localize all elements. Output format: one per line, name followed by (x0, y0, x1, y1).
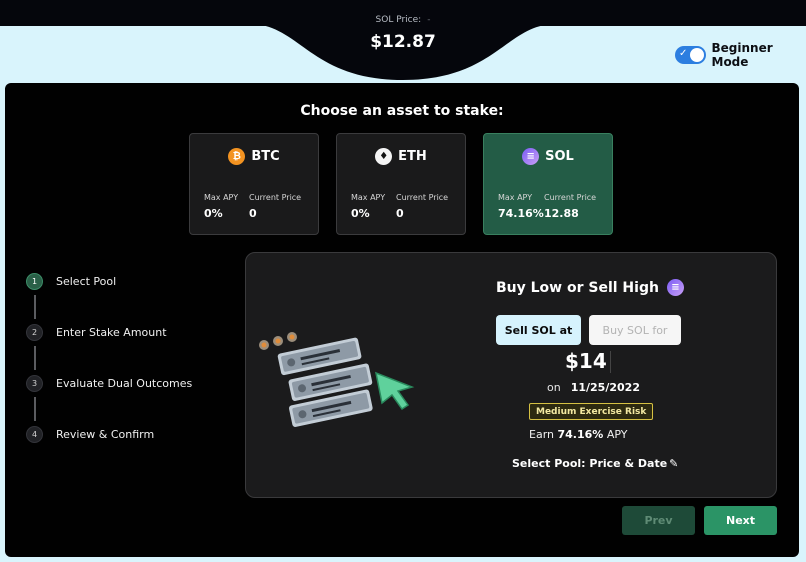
solana-icon: ≡ (522, 148, 540, 165)
current-price-value: 12.88 (544, 207, 579, 220)
price-label: SOL Price: - (0, 15, 806, 25)
max-apy-value: 74.16% (498, 207, 544, 220)
step-evaluate-dual-outcomes[interactable]: 3 Evaluate Dual Outcomes (26, 375, 192, 392)
pool-illustration (259, 332, 415, 427)
step-enter-stake-amount[interactable]: 2 Enter Stake Amount (26, 324, 167, 341)
earn-apy-value: 74.16% (557, 428, 604, 441)
pool-title-text: Buy Low or Sell High (496, 279, 659, 296)
step-label: Select Pool (56, 275, 117, 288)
asset-name: BTC (251, 149, 280, 164)
current-price-label: Current Price (544, 193, 597, 202)
step-number: 1 (26, 273, 43, 290)
earn-apy-row: Earn 74.16% APY (529, 428, 627, 441)
step-review-confirm[interactable]: 4 Review & Confirm (26, 426, 154, 443)
max-apy-label: Max APY (204, 193, 239, 202)
strike-price: $14 (565, 349, 607, 373)
ethereum-icon: ♦ (375, 148, 393, 165)
price-label-text: SOL Price: (375, 15, 422, 25)
beginner-mode-label: Beginner Mode (711, 41, 773, 69)
step-connector (34, 346, 36, 370)
asset-card-sol[interactable]: ≡ SOL Max APY 74.16% Current Price 12.88 (483, 133, 613, 235)
asset-card-btc[interactable]: ₿ BTC Max APY 0% Current Price 0 (189, 133, 319, 235)
step-select-pool[interactable]: 1 Select Pool (26, 273, 116, 290)
step-connector (34, 295, 36, 319)
buy-sol-tab[interactable]: Buy SOL for (589, 315, 681, 345)
step-number: 4 (26, 426, 43, 443)
solana-icon: ≡ (666, 279, 684, 296)
prev-button[interactable]: Prev (622, 506, 695, 535)
current-price-value: 0 (249, 207, 257, 220)
select-pool-link[interactable]: Select Pool: Price & Date ✎ (512, 457, 678, 470)
max-apy-value: 0% (351, 207, 370, 220)
step-label: Review & Confirm (56, 428, 155, 441)
on-label: on (547, 381, 561, 394)
risk-badge: Medium Exercise Risk (529, 403, 654, 420)
step-number: 3 (26, 375, 43, 392)
next-button[interactable]: Next (704, 506, 777, 535)
asset-name: SOL (545, 149, 574, 164)
current-price-value: 0 (396, 207, 404, 220)
toggle-knob (689, 48, 704, 62)
current-price-label: Current Price (396, 193, 449, 202)
toggle-switch[interactable]: ✓ (675, 46, 706, 64)
step-label: Evaluate Dual Outcomes (56, 377, 193, 390)
pool-card: Buy Low or Sell High ≡ Sell SOL at Buy S… (245, 252, 777, 498)
max-apy-label: Max APY (498, 193, 533, 202)
select-pool-label: Select Pool: Price & Date (512, 457, 668, 470)
max-apy-label: Max APY (351, 193, 386, 202)
sell-sol-tab[interactable]: Sell SOL at (496, 315, 581, 345)
pencil-icon: ✎ (669, 457, 679, 470)
current-price-label: Current Price (249, 193, 302, 202)
price-dash: - (427, 15, 431, 25)
asset-name: ETH (398, 149, 427, 164)
check-icon: ✓ (679, 48, 688, 59)
earn-suffix: APY (606, 428, 628, 441)
step-label: Enter Stake Amount (56, 326, 167, 339)
choose-asset-title: Choose an asset to stake: (300, 103, 504, 119)
strike-separator (610, 351, 611, 373)
max-apy-value: 0% (204, 207, 223, 220)
step-number: 2 (26, 324, 43, 341)
settlement-date: 11/25/2022 (570, 381, 640, 394)
settlement-date-row: on 11/25/2022 (547, 381, 640, 394)
step-connector (34, 397, 36, 421)
beginner-mode-toggle[interactable]: ✓ Beginner Mode (675, 41, 806, 69)
earn-prefix: Earn (529, 428, 554, 441)
staking-panel: Choose an asset to stake: ₿ BTC Max APY … (5, 83, 799, 557)
pool-title: Buy Low or Sell High ≡ (496, 279, 684, 296)
asset-card-eth[interactable]: ♦ ETH Max APY 0% Current Price 0 (336, 133, 466, 235)
bitcoin-icon: ₿ (228, 148, 246, 165)
